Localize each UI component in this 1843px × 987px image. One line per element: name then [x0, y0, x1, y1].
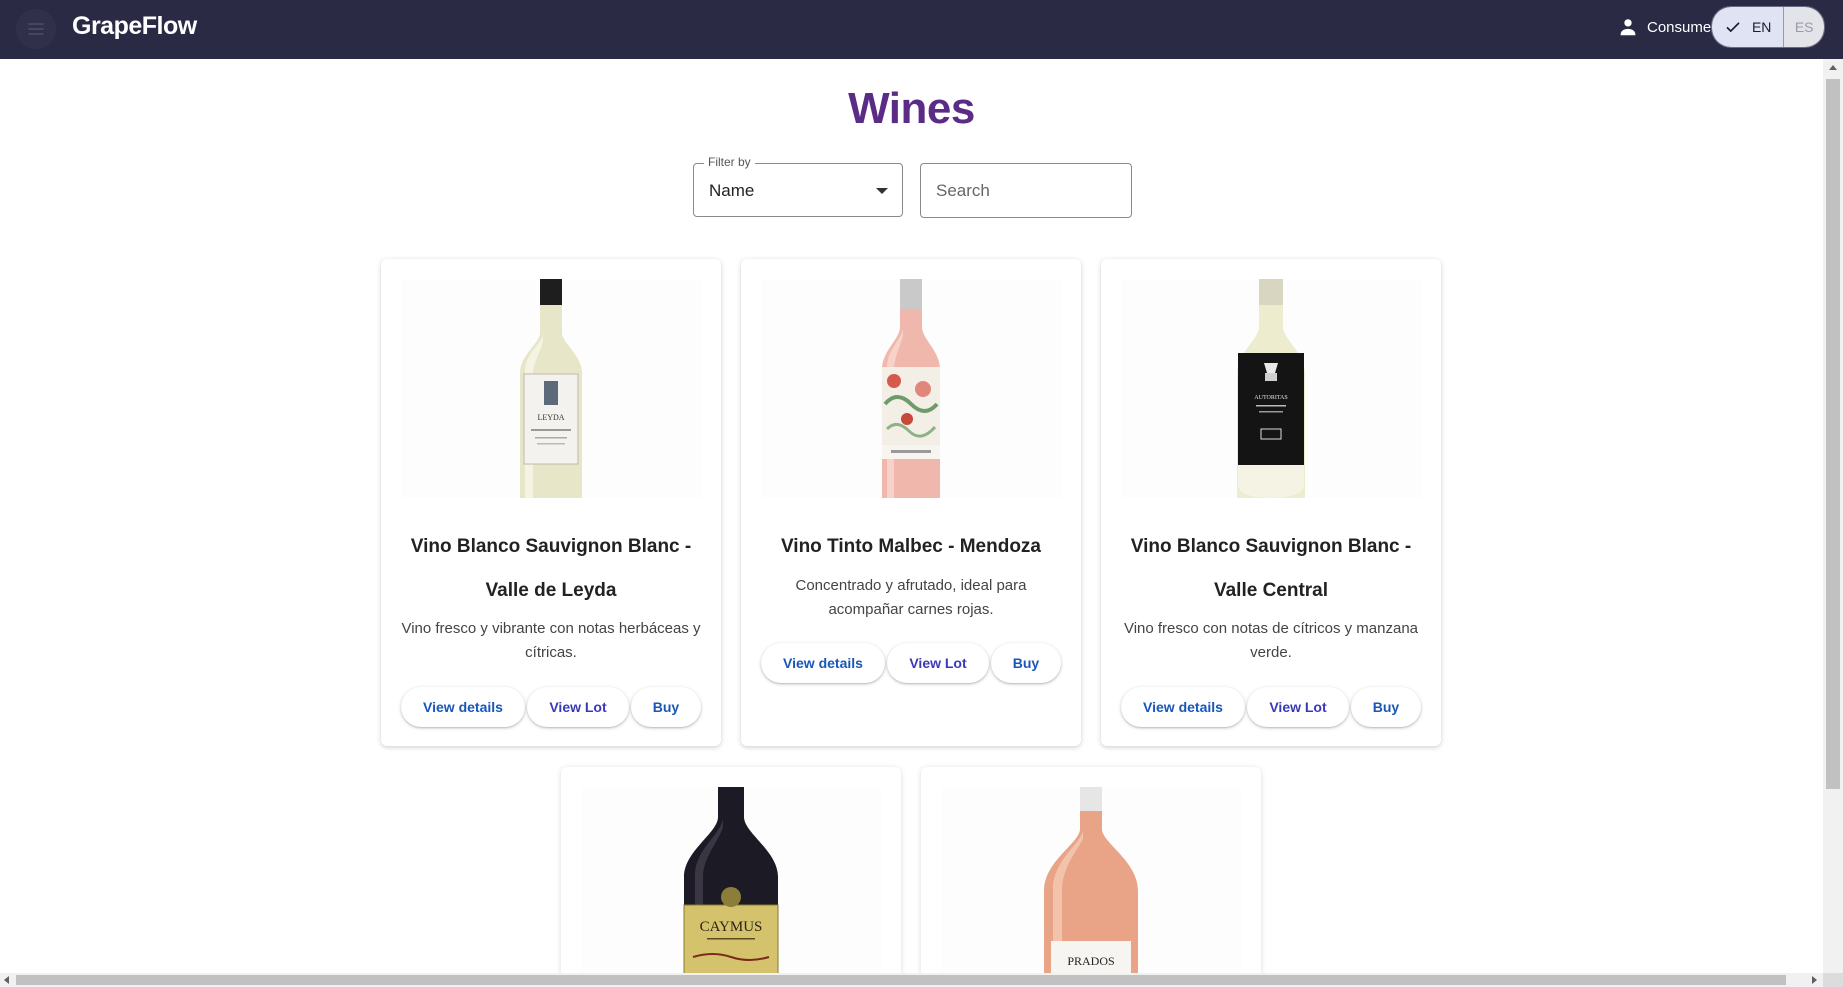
check-icon	[1726, 22, 1740, 33]
white-wine-bottle-leyda-image: LEYDA	[401, 279, 701, 498]
dropdown-arrow-icon	[876, 188, 888, 194]
view-details-button[interactable]: View details	[401, 687, 525, 727]
rose-wine-bottle-floral-image	[761, 279, 1061, 498]
hamburger-menu-icon	[28, 23, 44, 35]
wine-image: CAYMUS	[581, 787, 881, 987]
wine-card: AUTORITAS Vino Blanco Sauvignon Blanc - …	[1101, 259, 1441, 746]
red-wine-bottle-caymus-image: CAYMUS	[581, 787, 881, 987]
bottle-label-text: CAYMUS	[700, 919, 763, 935]
bottle-label-text: LEYDA	[537, 413, 564, 422]
scrollbar-corner	[1823, 973, 1843, 987]
wine-card: LEYDA Vino Blanco Sauvignon Blanc - Vall…	[381, 259, 721, 746]
language-code: EN	[1751, 19, 1772, 35]
menu-button[interactable]	[16, 9, 56, 49]
buy-button[interactable]: Buy	[991, 643, 1061, 683]
person-icon	[1620, 19, 1636, 36]
view-lot-button[interactable]: View Lot	[527, 687, 629, 727]
wine-card: PRADOS	[921, 767, 1261, 987]
view-details-button[interactable]: View details	[761, 643, 885, 683]
vertical-scrollbar[interactable]	[1823, 59, 1843, 973]
user-role-label: Consumer	[1647, 18, 1717, 36]
top-app-bar: GrapeFlow Consumer EN ES	[0, 0, 1843, 59]
wine-description: Vino fresco con notas de cítricos y manz…	[1123, 620, 1419, 661]
white-wine-bottle-black-label-image: AUTORITAS	[1121, 279, 1421, 498]
wine-image	[761, 279, 1061, 498]
bottle-label-text: PRADOS	[1067, 954, 1114, 968]
wine-name: Vino Blanco Sauvignon Blanc - Valle de L…	[410, 536, 692, 601]
wine-card: Vino Tinto Malbec - Mendoza Concentrado …	[741, 259, 1081, 746]
language-option-es[interactable]: ES	[1783, 7, 1824, 47]
filter-by-select[interactable]: Filter by Name	[693, 155, 903, 217]
view-lot-button[interactable]: View Lot	[1247, 687, 1349, 727]
scroll-up-arrow-icon[interactable]	[1829, 65, 1837, 70]
rose-wine-bottle-prados-image: PRADOS	[941, 787, 1241, 987]
wine-image: PRADOS	[941, 787, 1241, 987]
wine-name: Vino Tinto Malbec - Mendoza	[780, 536, 1042, 557]
wine-card: CAYMUS	[561, 767, 901, 987]
user-menu[interactable]: Consumer	[1617, 14, 1717, 40]
scroll-left-arrow-icon[interactable]	[4, 976, 9, 984]
filter-by-label: Filter by	[704, 155, 755, 169]
search-input[interactable]	[920, 163, 1132, 218]
wine-description: Concentrado y afrutado, ideal para acomp…	[795, 577, 1027, 618]
bottle-label-text: AUTORITAS	[1254, 395, 1287, 401]
buy-button[interactable]: Buy	[1351, 687, 1421, 727]
view-details-button[interactable]: View details	[1121, 687, 1245, 727]
wine-image: AUTORITAS	[1121, 279, 1421, 498]
wine-image: LEYDA	[401, 279, 701, 498]
language-option-en[interactable]: EN	[1712, 7, 1784, 47]
card-actions: View details View Lot Buy	[1121, 687, 1421, 727]
filter-by-value: Name	[709, 181, 755, 200]
card-actions: View details View Lot Buy	[761, 643, 1061, 683]
scroll-right-arrow-icon[interactable]	[1812, 976, 1817, 984]
buy-button[interactable]: Buy	[631, 687, 701, 727]
horizontal-scrollbar-thumb[interactable]	[16, 975, 1786, 985]
card-actions: View details View Lot Buy	[401, 687, 701, 727]
wine-name: Vino Blanco Sauvignon Blanc - Valle Cent…	[1130, 536, 1412, 601]
language-code: ES	[1794, 19, 1814, 35]
view-lot-button[interactable]: View Lot	[887, 643, 989, 683]
language-toggle: EN ES	[1711, 6, 1825, 48]
wine-description: Vino fresco y vibrante con notas herbáce…	[401, 620, 701, 661]
horizontal-scrollbar[interactable]	[0, 973, 1823, 987]
brand-logo[interactable]: GrapeFlow	[72, 12, 197, 41]
page-title: Wines	[848, 84, 975, 133]
vertical-scrollbar-thumb[interactable]	[1826, 79, 1840, 789]
